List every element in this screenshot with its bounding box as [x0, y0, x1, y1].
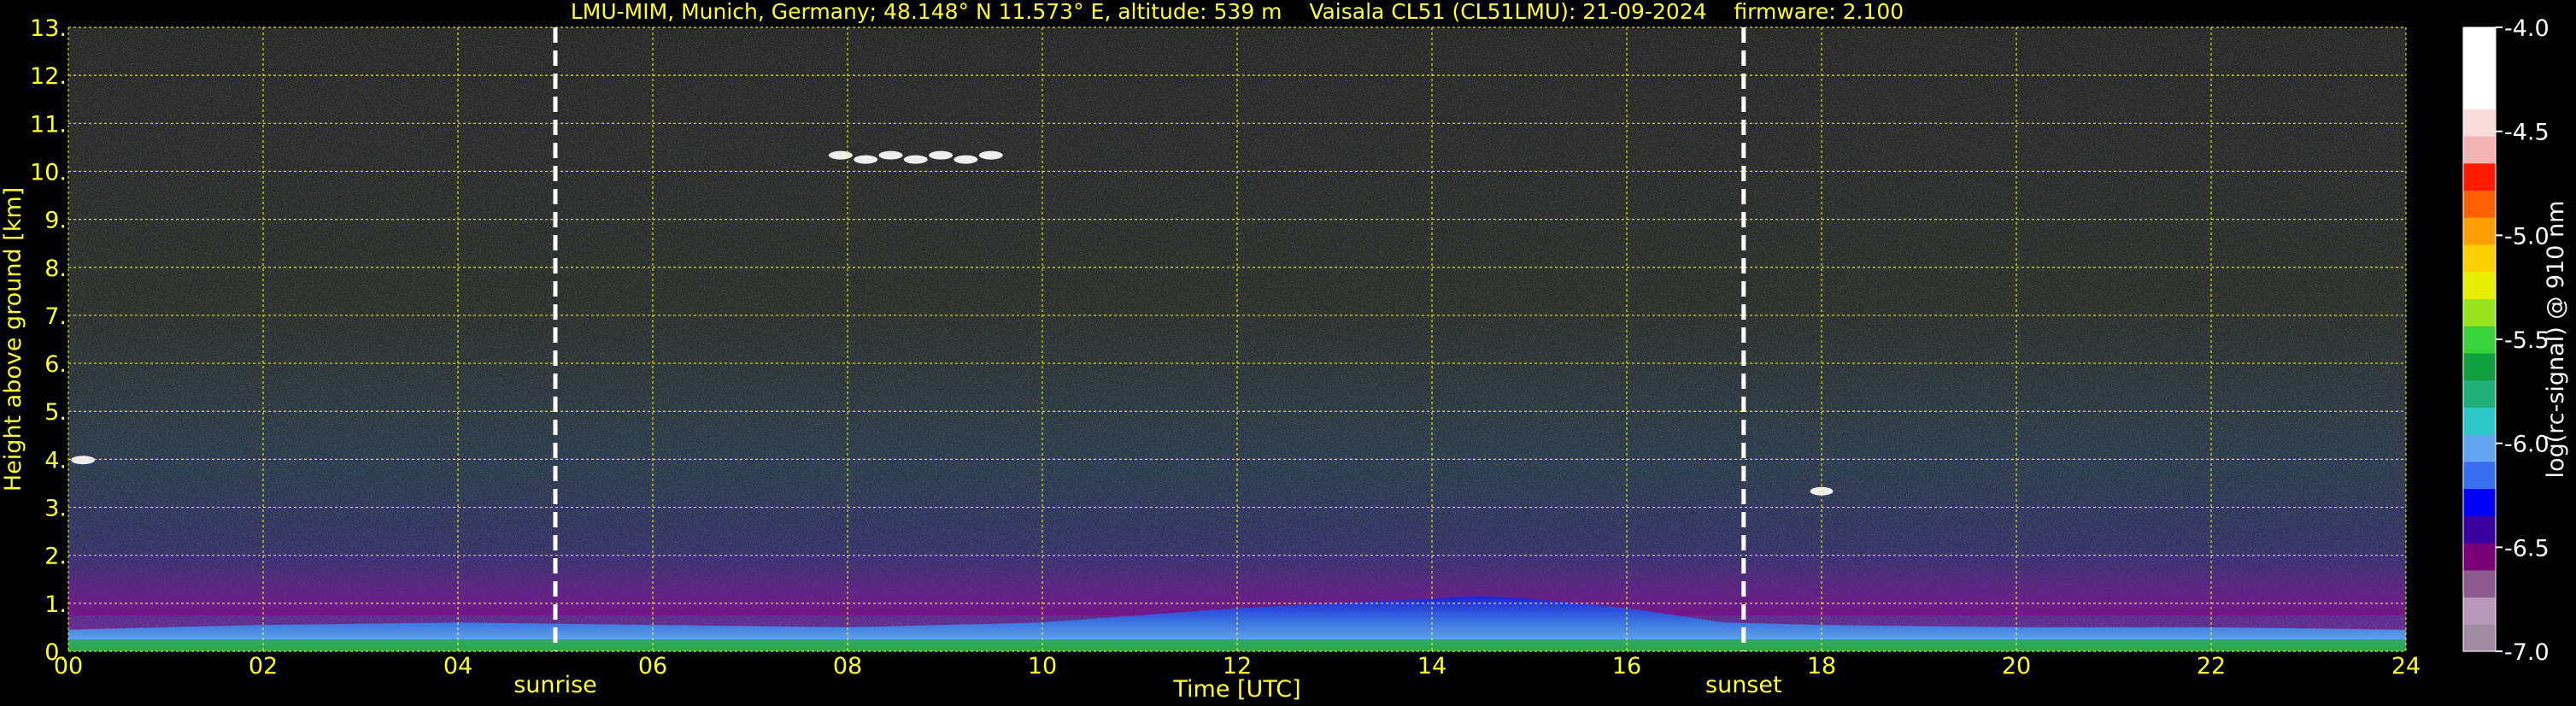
x-tick-label: 20	[2002, 653, 2031, 680]
colorbar-swatch	[2463, 298, 2496, 327]
cloud-feature	[929, 150, 954, 160]
colorbar-swatch	[2463, 217, 2496, 245]
colorbar-swatch	[2463, 27, 2496, 56]
cloud-feature	[71, 456, 96, 465]
x-tick-label: 10	[1028, 653, 1057, 680]
x-tick-label: 02	[249, 653, 278, 680]
colorbar-swatch	[2463, 109, 2496, 137]
colorbar-tick-label: -4.0	[2504, 15, 2550, 42]
colorbar-swatch	[2463, 326, 2496, 354]
colorbar-swatch	[2463, 81, 2496, 109]
cloud-feature	[903, 155, 928, 164]
colorbar-swatch	[2463, 135, 2496, 164]
colorbar-swatch	[2463, 461, 2496, 490]
colorbar-swatches	[2462, 26, 2497, 652]
cloud-feature	[828, 150, 853, 160]
plot-area: sunrise sunset	[67, 26, 2407, 698]
cloud-feature	[954, 155, 978, 164]
x-tick-label: 18	[1807, 653, 1836, 680]
chart-title: LMU-MIM, Munich, Germany; 48.148° N 11.5…	[571, 0, 1904, 24]
colorbar-swatch	[2463, 162, 2496, 191]
colorbar-swatch	[2463, 271, 2496, 299]
event-label-sunrise: sunrise	[513, 672, 597, 698]
y-tick-label: 12.	[30, 63, 67, 90]
x-tick-label: 16	[1612, 653, 1641, 680]
colorbar-swatch	[2463, 569, 2496, 598]
y-tick-label: 8.	[44, 256, 67, 282]
y-tick-label: 13.	[30, 15, 67, 42]
x-tick-label: 04	[443, 653, 472, 680]
y-tick-label: 3.	[44, 496, 67, 522]
colorbar-tick-label: -4.5	[2504, 120, 2550, 146]
colorbar-ticks: -4.0-4.5-5.0-5.5-6.0-6.5-7.0	[2496, 15, 2550, 666]
y-axis-label: Height above ground [km]	[0, 187, 26, 491]
cloud-feature	[854, 155, 878, 164]
colorbar-swatch	[2463, 54, 2496, 83]
colorbar-swatch	[2463, 244, 2496, 273]
cloud-feature	[978, 150, 1003, 160]
colorbar-swatch	[2463, 434, 2496, 462]
colorbar-swatch	[2463, 379, 2496, 408]
colorbar-swatch	[2463, 624, 2496, 652]
x-tick-label: 06	[638, 653, 667, 680]
y-tick-label: 0.	[44, 639, 67, 666]
y-tick-label: 10.	[30, 159, 67, 185]
y-tick-labels: 0. 1. 2. 3. 4. 5. 6. 7. 8. 9. 10. 11. 12. 13.	[30, 15, 67, 666]
y-tick-label: 1.	[44, 591, 67, 618]
colorbar-swatch	[2463, 190, 2496, 218]
x-tick-label: 24	[2391, 653, 2421, 680]
y-tick-label: 6.	[44, 351, 67, 378]
colorbar-swatch	[2463, 597, 2496, 625]
y-tick-label: 9.	[44, 208, 67, 234]
colorbar-swatch	[2463, 543, 2496, 571]
y-tick-label: 7.	[44, 303, 67, 330]
x-tick-label: 14	[1417, 653, 1446, 680]
colorbar-swatch	[2463, 352, 2496, 381]
colorbar-swatch	[2463, 515, 2496, 544]
x-tick-label: 22	[2197, 653, 2226, 680]
event-label-sunset: sunset	[1705, 672, 1782, 698]
colorbar-swatch	[2463, 488, 2496, 516]
ceilometer-chart: sunrise sunset 00 02 04 06 08 10 12 14 16 18 20 22 24…	[0, 0, 2569, 703]
colorbar-swatch	[2463, 407, 2496, 435]
cloud-feature	[878, 150, 903, 160]
colorbar-tick-label: -7.0	[2504, 639, 2550, 666]
y-tick-label: 2.	[44, 544, 67, 570]
y-tick-label: 4.	[44, 447, 67, 474]
colorbar-tick-label: -6.5	[2504, 535, 2550, 562]
y-tick-label: 5.	[44, 399, 67, 426]
colorbar-label: log(rc-signal) @ 910 nm	[2543, 201, 2569, 479]
y-tick-label: 11.	[30, 111, 67, 138]
x-tick-label: 08	[833, 653, 862, 680]
x-axis-label: Time [UTC]	[1172, 676, 1300, 703]
colorbar: -4.0-4.5-5.0-5.5-6.0-6.5-7.0 log(rc-sign…	[2462, 15, 2569, 666]
